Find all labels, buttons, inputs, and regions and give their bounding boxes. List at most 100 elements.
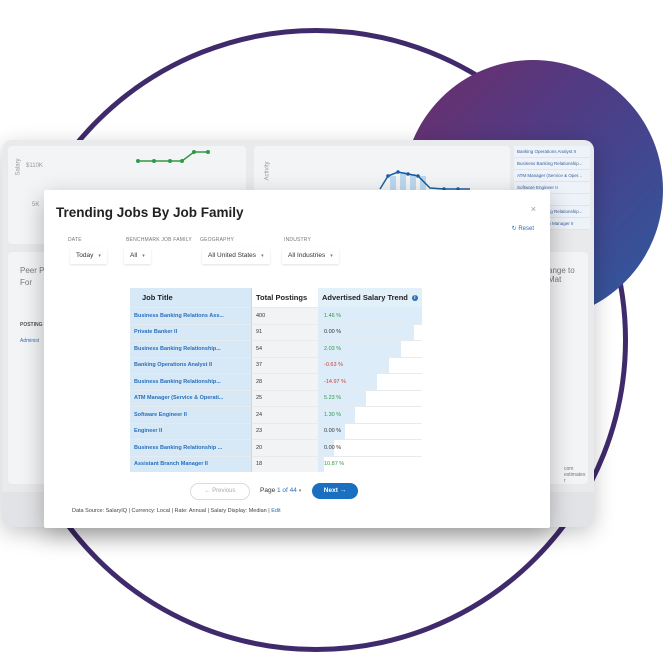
trend-value: 0.00 % <box>324 329 342 336</box>
table-row[interactable]: Assistant Branch Manager II 18 10.87 % <box>130 455 422 472</box>
filter-label-date: DATE <box>68 237 82 243</box>
total-postings-cell: 25 <box>251 389 318 407</box>
industry-select-value: All Industries <box>288 252 326 259</box>
job-title-link[interactable]: ATM Manager (Service & Operati... <box>130 389 252 407</box>
filter-label-industry: INDUSTRY <box>284 237 312 243</box>
total-postings-cell: 91 <box>251 323 318 341</box>
posting-row: Administ <box>20 338 40 344</box>
filter-label-geography: GEOGRAPHY <box>200 237 235 243</box>
salary-trend-cell: 1.46 % <box>318 307 422 324</box>
table-row[interactable]: Software Engineer II 24 1.30 % <box>130 406 422 423</box>
industry-select[interactable]: All Industries ▾ <box>282 248 339 264</box>
info-icon[interactable]: i <box>411 295 418 302</box>
list-item: ATM Manager (Service & Oper... <box>514 170 590 182</box>
page-indicator: Page 1 of 44 ▾ <box>260 483 301 498</box>
column-header-job-title[interactable]: Job Title <box>130 288 252 308</box>
table-row[interactable]: Business Banking Relationship... 54 2.03 % <box>130 340 422 357</box>
table-row[interactable]: ATM Manager (Service & Operati... 25 5.23 … <box>130 389 422 407</box>
modal-title: Trending Jobs By Job Family <box>56 205 244 220</box>
next-label: Next <box>323 487 338 494</box>
geography-select[interactable]: All United States ▾ <box>202 248 270 264</box>
close-icon[interactable]: × <box>531 204 536 214</box>
column-header-total-postings[interactable]: Total Postings <box>251 288 318 308</box>
table-row[interactable]: Engineer II 23 0.00 % <box>130 422 422 440</box>
total-postings-cell: 23 <box>251 422 318 440</box>
arrow-right-icon: → <box>339 487 347 494</box>
job-title-link[interactable]: Software Engineer II <box>130 406 252 423</box>
total-postings-cell: 37 <box>251 356 318 374</box>
chevron-down-icon: ▾ <box>298 488 302 494</box>
trend-value: 5.23 % <box>324 395 342 402</box>
total-postings-cell: 18 <box>251 455 318 472</box>
trend-value: 0.00 % <box>324 428 342 435</box>
date-select-value: Today <box>76 252 94 259</box>
total-postings-cell: 54 <box>251 340 318 357</box>
reset-button[interactable]: ↻ Reset <box>512 225 534 232</box>
date-select[interactable]: Today ▾ <box>70 248 107 264</box>
table-row[interactable]: Business Banking Relationship... 28 -14.97… <box>130 373 422 390</box>
table-header-row: Job Title Total Postings Advertised Sala… <box>130 288 422 308</box>
salary-trend-cell: 10.87 % <box>318 455 422 472</box>
total-postings-cell: 24 <box>251 406 318 423</box>
salary-trend-cell: 1.30 % <box>318 406 422 423</box>
data-source-text: Data Source: SalaryIQ | Currency: Local … <box>72 508 270 514</box>
trend-value: 0.00 % <box>324 444 342 451</box>
salary-trend-cell: 0.00 % <box>318 422 422 440</box>
salary-trend-cell: -0.63 % <box>318 356 422 374</box>
geography-select-value: All United States <box>208 252 257 259</box>
trending-jobs-modal: Trending Jobs By Job Family × ↻ Reset DA… <box>44 190 550 528</box>
right-panel-text: ange to Mat <box>548 266 575 284</box>
data-source-footer: Data Source: SalaryIQ | Currency: Local … <box>72 508 281 514</box>
salary-trend-cell: 2.03 % <box>318 340 422 357</box>
trend-value: -14.97 % <box>324 378 347 385</box>
page-prefix: Page <box>260 487 276 494</box>
table-row[interactable]: Business Banking Relations Ass... 400 1.46… <box>130 307 422 324</box>
chevron-down-icon: ▾ <box>330 253 333 259</box>
posting-header: POSTING T <box>20 322 47 328</box>
job-title-link[interactable]: Business Banking Relations Ass... <box>130 307 252 324</box>
estimates-text: com estimates r <box>564 466 586 484</box>
trend-value: 10.87 % <box>324 461 345 468</box>
next-page-button[interactable]: Next → <box>312 483 358 499</box>
job-title-link[interactable]: Business Banking Relationship... <box>130 340 252 357</box>
salary-trend-cell: -14.97 % <box>318 373 422 390</box>
edit-link[interactable]: Edit <box>271 508 280 514</box>
job-family-select-value: All <box>130 252 138 259</box>
list-item: Business Banking Relationship... <box>514 158 590 170</box>
arrow-left-icon: ← <box>204 488 211 494</box>
trending-jobs-table: Job Title Total Postings Advertised Sala… <box>130 288 422 472</box>
table-row[interactable]: Business Banking Relationship ... 20 0.00 … <box>130 439 422 456</box>
salary-trend-cell: 0.00 % <box>318 439 422 456</box>
table-body: Business Banking Relations Ass... 400 1.46… <box>130 307 422 472</box>
job-title-link[interactable]: Business Banking Relationship... <box>130 373 252 390</box>
total-postings-cell: 20 <box>251 439 318 456</box>
chevron-down-icon: ▾ <box>261 253 264 259</box>
reset-label: Reset <box>518 226 534 232</box>
previous-label: Previous <box>212 488 236 494</box>
salary-trend-cell: 5.23 % <box>318 389 422 407</box>
filter-label-job-family: BENCHMARK JOB FAMILY <box>126 237 192 243</box>
table-row[interactable]: Private Banker II 91 0.00 % <box>130 323 422 341</box>
stage: Salary $110K 5K Activity Banking Operati… <box>0 0 672 672</box>
job-title-link[interactable]: Engineer II <box>130 422 252 440</box>
chevron-down-icon: ▾ <box>98 253 101 259</box>
previous-page-button[interactable]: ← Previous <box>190 483 250 500</box>
total-postings-cell: 400 <box>251 307 318 324</box>
trend-value: 2.03 % <box>324 345 342 352</box>
column-header-salary-trend[interactable]: Advertised Salary Trend i <box>318 288 422 308</box>
job-title-link[interactable]: Banking Operations Analyst II <box>130 356 252 374</box>
refresh-icon: ↻ <box>511 226 517 232</box>
salary-trend-cell: 0.00 % <box>318 323 422 341</box>
job-family-select[interactable]: All ▾ <box>124 248 151 264</box>
job-title-link[interactable]: Business Banking Relationship ... <box>130 439 252 456</box>
job-title-link[interactable]: Assistant Branch Manager II <box>130 455 252 472</box>
salary-trend-header-label: Advertised Salary Trend <box>322 293 408 302</box>
trend-value: -0.63 % <box>324 362 343 369</box>
chevron-down-icon: ▾ <box>142 253 145 259</box>
peer-subheading: For <box>20 278 32 287</box>
job-title-link[interactable]: Private Banker II <box>130 323 252 341</box>
list-item: Banking Operations Analyst II <box>514 146 590 158</box>
trend-value: 1.30 % <box>324 411 342 418</box>
table-row[interactable]: Banking Operations Analyst II 37 -0.63 % <box>130 356 422 374</box>
total-postings-cell: 28 <box>251 373 318 390</box>
